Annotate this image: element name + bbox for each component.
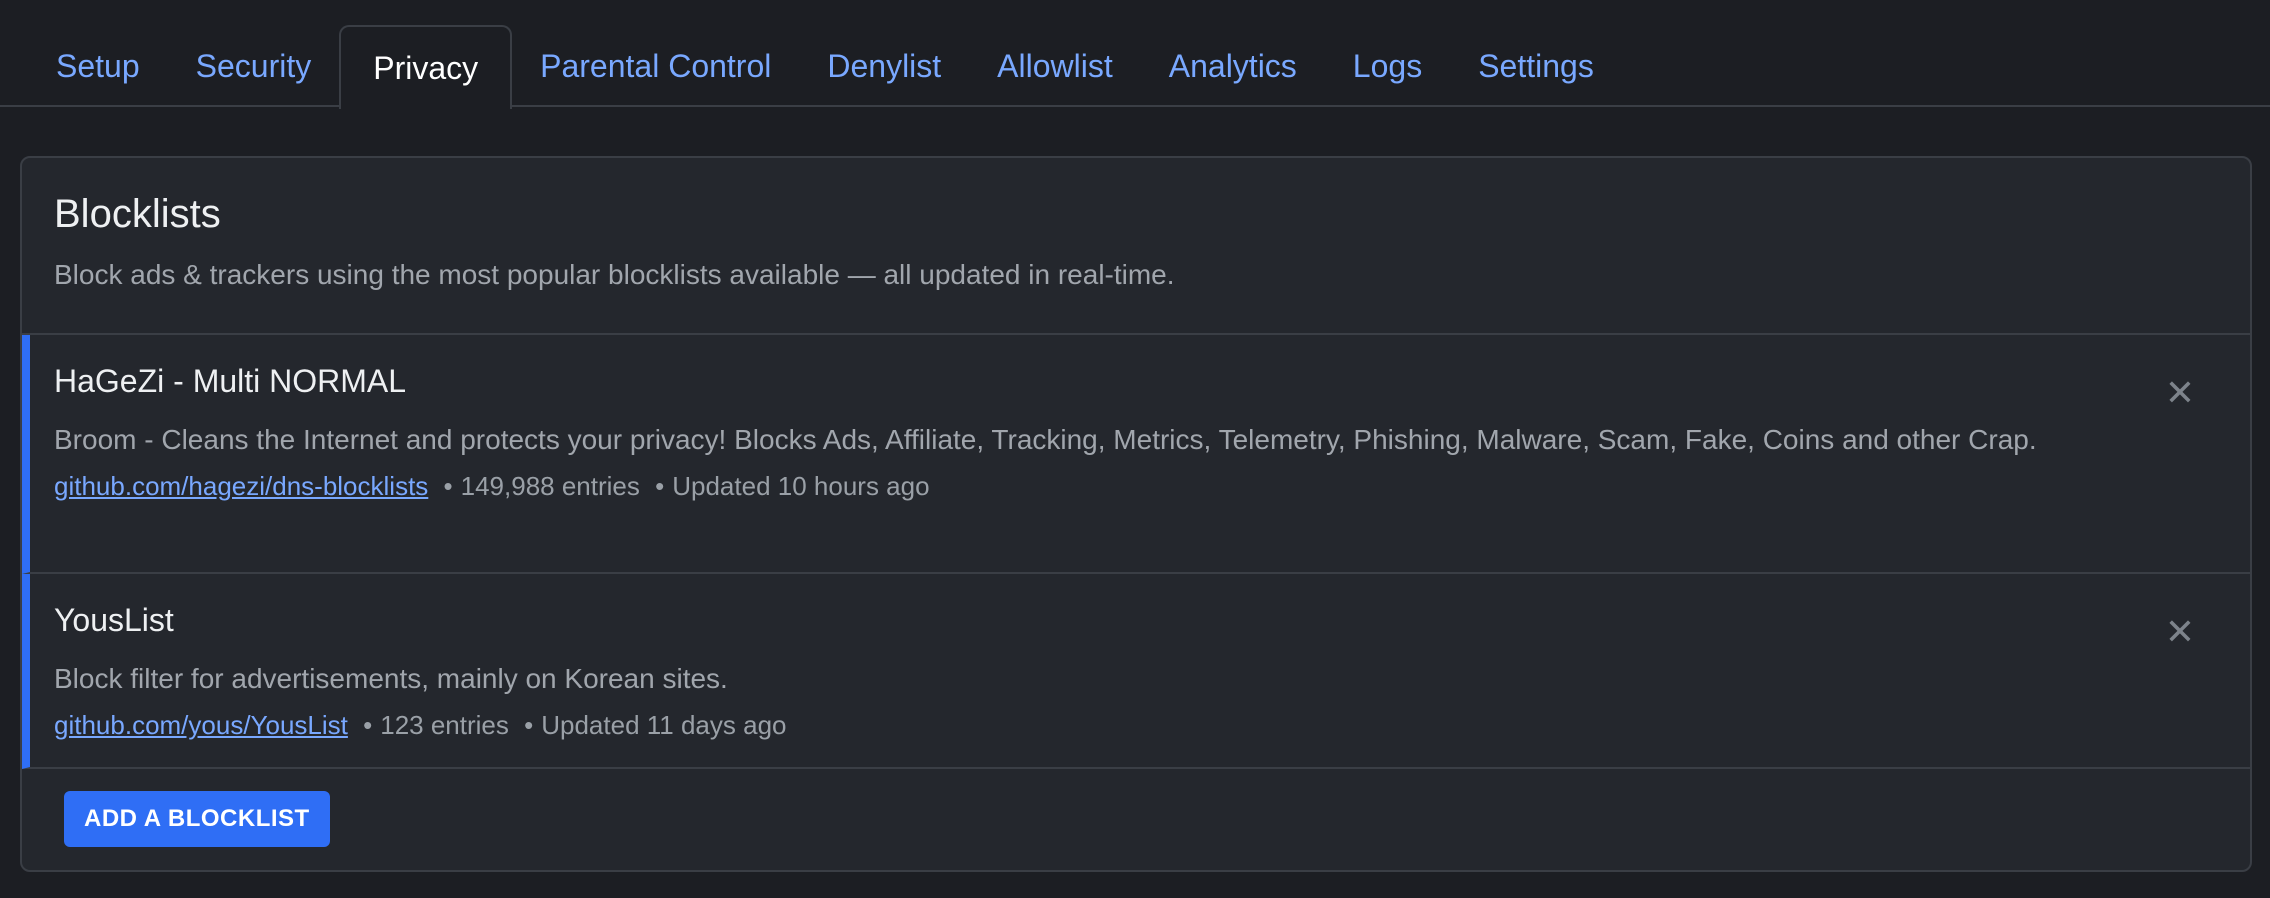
blocklist-entries: 123 entries (380, 710, 509, 740)
blocklist-name: HaGeZi - Multi NORMAL (54, 363, 407, 399)
tab-security[interactable]: Security (168, 24, 340, 107)
blocklist-description: Block filter for advertisements, mainly … (54, 663, 728, 694)
card-description: Block ads & trackers using the most popu… (54, 259, 1175, 290)
tab-privacy[interactable]: Privacy (339, 25, 513, 109)
blocklist-description: Broom - Cleans the Internet and protects… (54, 424, 2037, 455)
card-title: Blocklists (54, 192, 221, 236)
tab-setup[interactable]: Setup (28, 24, 168, 107)
card-footer: ADD A BLOCKLIST (22, 769, 2250, 847)
blocklist-source-link[interactable]: github.com/yous/YousList (54, 710, 348, 740)
blocklists-card: Blocklists Block ads & trackers using th… (20, 156, 2252, 872)
blocklist-updated: Updated 11 days ago (541, 710, 787, 740)
list-item: YousList Block filter for advertisements… (22, 574, 2250, 769)
card-header: Blocklists Block ads & trackers using th… (22, 158, 2250, 335)
tabs: Setup Security Privacy Parental Control … (28, 24, 1622, 109)
close-icon[interactable]: ✕ (2162, 375, 2198, 411)
blocklist-meta: github.com/hagezi/dns-blocklists • 149,98… (54, 471, 2226, 502)
tab-parental-control[interactable]: Parental Control (512, 24, 799, 107)
tab-denylist[interactable]: Denylist (799, 24, 969, 107)
meta-separator: • (363, 710, 373, 740)
meta-separator: • (443, 471, 453, 501)
close-icon[interactable]: ✕ (2162, 614, 2198, 650)
blocklist-meta: github.com/yous/YousList • 123 entries • U… (54, 710, 2226, 741)
tab-allowlist[interactable]: Allowlist (969, 24, 1141, 107)
blocklist-source-link[interactable]: github.com/hagezi/dns-blocklists (54, 471, 428, 501)
add-blocklist-button[interactable]: ADD A BLOCKLIST (64, 791, 330, 847)
blocklist-updated: Updated 10 hours ago (672, 471, 930, 501)
blocklist-entries: 149,988 entries (460, 471, 640, 501)
tab-logs[interactable]: Logs (1325, 24, 1450, 107)
meta-separator: • (524, 710, 534, 740)
blocklist-name: YousList (54, 602, 174, 638)
tab-bar: Setup Security Privacy Parental Control … (0, 0, 2270, 109)
tab-analytics[interactable]: Analytics (1141, 24, 1325, 107)
meta-separator: • (655, 471, 665, 501)
list-item: HaGeZi - Multi NORMAL Broom - Cleans the… (22, 335, 2250, 574)
tab-settings[interactable]: Settings (1450, 24, 1622, 107)
